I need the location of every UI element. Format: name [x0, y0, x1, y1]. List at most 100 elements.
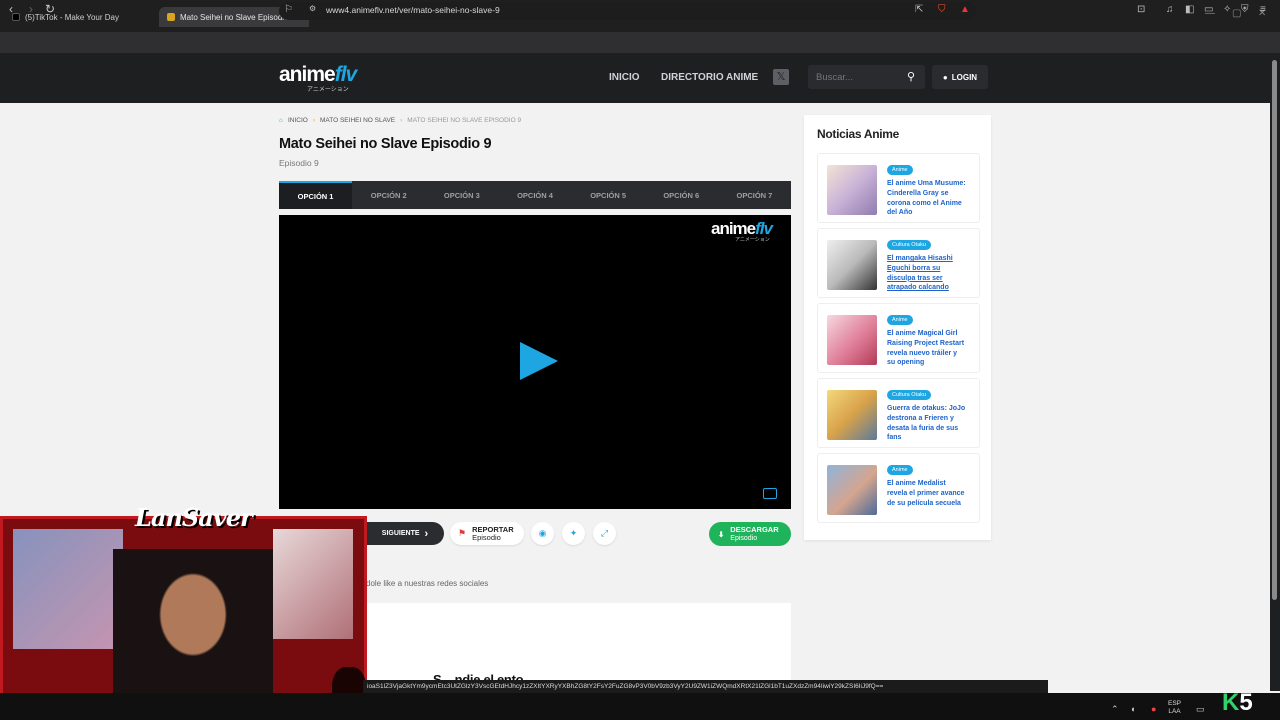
news-headline[interactable]: Guerra de otakus: JoJo destrona a Friere…: [887, 404, 967, 443]
reload-icon[interactable]: ↻: [45, 2, 55, 16]
logo-accent: flv: [334, 63, 357, 86]
lang-top: ESP: [1168, 700, 1182, 707]
news-headline[interactable]: El mangaka Hisashi Eguchi borra su discu…: [887, 254, 967, 293]
lang-bottom: LAA: [1168, 708, 1181, 715]
network-icon[interactable]: ▭: [1196, 704, 1205, 715]
news-thumbnail[interactable]: [827, 240, 877, 290]
category-badge: Cultura Otaku: [887, 390, 931, 400]
speaker-icon[interactable]: ◖: [1130, 704, 1135, 714]
server-options: OPCIÓN 1 OPCIÓN 2 OPCIÓN 3 OPCIÓN 4 OPCI…: [279, 181, 791, 209]
address-bar-row: [0, 32, 1280, 53]
tab-label: (5)TikTok - Make Your Day: [25, 12, 119, 22]
next-episode-button[interactable]: SIGUIENTE ›: [366, 522, 444, 545]
news-thumbnail[interactable]: [827, 165, 877, 215]
streamer-name: LanSaver: [135, 503, 253, 532]
news-title: Noticias Anime: [817, 127, 900, 141]
breadcrumb-inicio[interactable]: INICIO: [288, 117, 308, 124]
logo-text: anime: [279, 63, 336, 86]
flag-icon: ⚑: [458, 528, 467, 538]
player-watermark-subtitle: アニメーション: [735, 237, 770, 243]
news-thumbnail[interactable]: [827, 315, 877, 365]
tab-option-5[interactable]: OPCIÓN 5: [572, 181, 645, 209]
category-badge: Anime: [887, 315, 913, 325]
expand-icon[interactable]: ⤢: [593, 522, 616, 545]
back-icon[interactable]: ‹: [9, 2, 13, 16]
tab-tiktok[interactable]: (5)TikTok - Make Your Day: [4, 7, 154, 27]
wallet-icon[interactable]: ▭: [1204, 4, 1213, 15]
category-badge: Anime: [887, 165, 913, 175]
brand-logo: K5: [1222, 689, 1253, 717]
login-button[interactable]: ● LOGIN: [932, 65, 988, 89]
tab-option-4[interactable]: OPCIÓN 4: [498, 181, 571, 209]
lightbulb-icon[interactable]: ✦: [562, 522, 585, 545]
download-button[interactable]: ⬇ DESCARGAR Episodio: [709, 522, 791, 546]
tab-label: Mato Seihei no Slave Episodio 9: [180, 12, 296, 22]
nav-directorio-anime[interactable]: DIRECTORIO ANIME: [661, 72, 758, 83]
chevron-right-icon: ›: [424, 527, 429, 540]
brand-k: K: [1222, 689, 1240, 716]
background-poster: [273, 529, 353, 639]
url-text[interactable]: www4.animeflv.net/ver/mato-seihei-no-sla…: [326, 5, 500, 15]
download-sublabel: Episodio: [730, 534, 758, 542]
breadcrumb: ⌂ INICIO › MATO SEIHEI NO SLAVE › MATO S…: [279, 117, 521, 124]
translate-icon[interactable]: ⊡: [1137, 4, 1145, 15]
vpn-icon[interactable]: ⛨: [1241, 4, 1249, 15]
x-social-icon[interactable]: 𝕏: [773, 69, 789, 85]
tab-option-7[interactable]: OPCIÓN 7: [718, 181, 791, 209]
news-thumbnail[interactable]: [827, 390, 877, 440]
language-indicator[interactable]: ESP LAA: [1168, 700, 1181, 716]
episode-subtitle: Episodio 9: [279, 158, 319, 168]
background-poster: [13, 529, 123, 649]
brave-shield-icon[interactable]: ⛉: [938, 4, 946, 15]
login-label: LOGIN: [951, 72, 978, 82]
site-info-icon[interactable]: ⚙: [309, 4, 316, 13]
tab-option-6[interactable]: OPCIÓN 6: [645, 181, 718, 209]
eye-icon[interactable]: ◉: [531, 522, 554, 545]
rewards-icon[interactable]: ▲: [960, 4, 970, 15]
search-icon[interactable]: ⚲: [907, 70, 915, 83]
report-labels: REPORTAR Episodio: [472, 525, 514, 542]
sidebar-icon[interactable]: ◧: [1185, 4, 1194, 15]
logo-subtitle: アニメーション: [307, 87, 349, 93]
tray-chevron-up-icon[interactable]: ⌃: [1111, 704, 1119, 715]
link-status-bar: ioaS1lZ3VjaGktYm9ycmEtc3UtZGlzY3VscGEtdH…: [363, 680, 1048, 693]
breadcrumb-current: MATO SEIHEI NO SLAVE EPISODIO 9: [407, 117, 522, 124]
microphone-icon[interactable]: ●: [1151, 704, 1156, 714]
page-title: Mato Seihei no Slave Episodio 9: [279, 136, 492, 152]
taskbar: [0, 693, 1280, 720]
report-sublabel: Episodio: [472, 532, 501, 542]
play-icon[interactable]: [520, 342, 558, 380]
category-badge: Anime: [887, 465, 913, 475]
cast-icon[interactable]: [763, 488, 777, 499]
tab-option-1[interactable]: OPCIÓN 1: [279, 181, 353, 209]
chevron-right-icon: ›: [400, 117, 403, 124]
bookmark-icon[interactable]: ⚐: [284, 4, 293, 15]
share-icon[interactable]: ⇱: [915, 4, 923, 15]
home-icon[interactable]: ⌂: [279, 117, 283, 124]
tiktok-icon: [12, 13, 20, 21]
nav-inicio[interactable]: INICIO: [609, 72, 640, 83]
report-button[interactable]: ⚑ REPORTAR Episodio: [450, 522, 524, 545]
news-headline[interactable]: El anime Magical Girl Raising Project Re…: [887, 329, 967, 368]
next-label: SIGUIENTE: [381, 530, 420, 537]
tab-option-2[interactable]: OPCIÓN 2: [352, 181, 425, 209]
tab-option-3[interactable]: OPCIÓN 3: [425, 181, 498, 209]
news-headline[interactable]: El anime Uma Musume: Cinderella Gray se …: [887, 179, 967, 218]
social-prompt: dole like a nuestras redes sociales: [366, 579, 489, 588]
category-badge: Cultura Otaku: [887, 240, 931, 250]
news-thumbnail[interactable]: [827, 465, 877, 515]
news-headline[interactable]: El anime Medalist revela el primer avanc…: [887, 479, 967, 508]
download-label: DESCARGAR: [730, 524, 779, 534]
leo-ai-icon[interactable]: ✧: [1223, 4, 1231, 15]
forward-icon[interactable]: ›: [29, 2, 33, 16]
user-icon: ●: [942, 72, 948, 82]
menu-icon[interactable]: ≡: [1260, 4, 1266, 15]
chevron-right-icon: ›: [312, 117, 315, 124]
scrollbar-thumb[interactable]: [1272, 60, 1277, 600]
music-icon[interactable]: ♫: [1166, 4, 1174, 15]
brand-5: 5: [1239, 689, 1253, 716]
streamer-person: [113, 549, 273, 713]
animeflv-favicon-icon: [167, 13, 175, 21]
breadcrumb-series[interactable]: MATO SEIHEI NO SLAVE: [320, 117, 395, 124]
webcam-overlay: [0, 516, 367, 716]
